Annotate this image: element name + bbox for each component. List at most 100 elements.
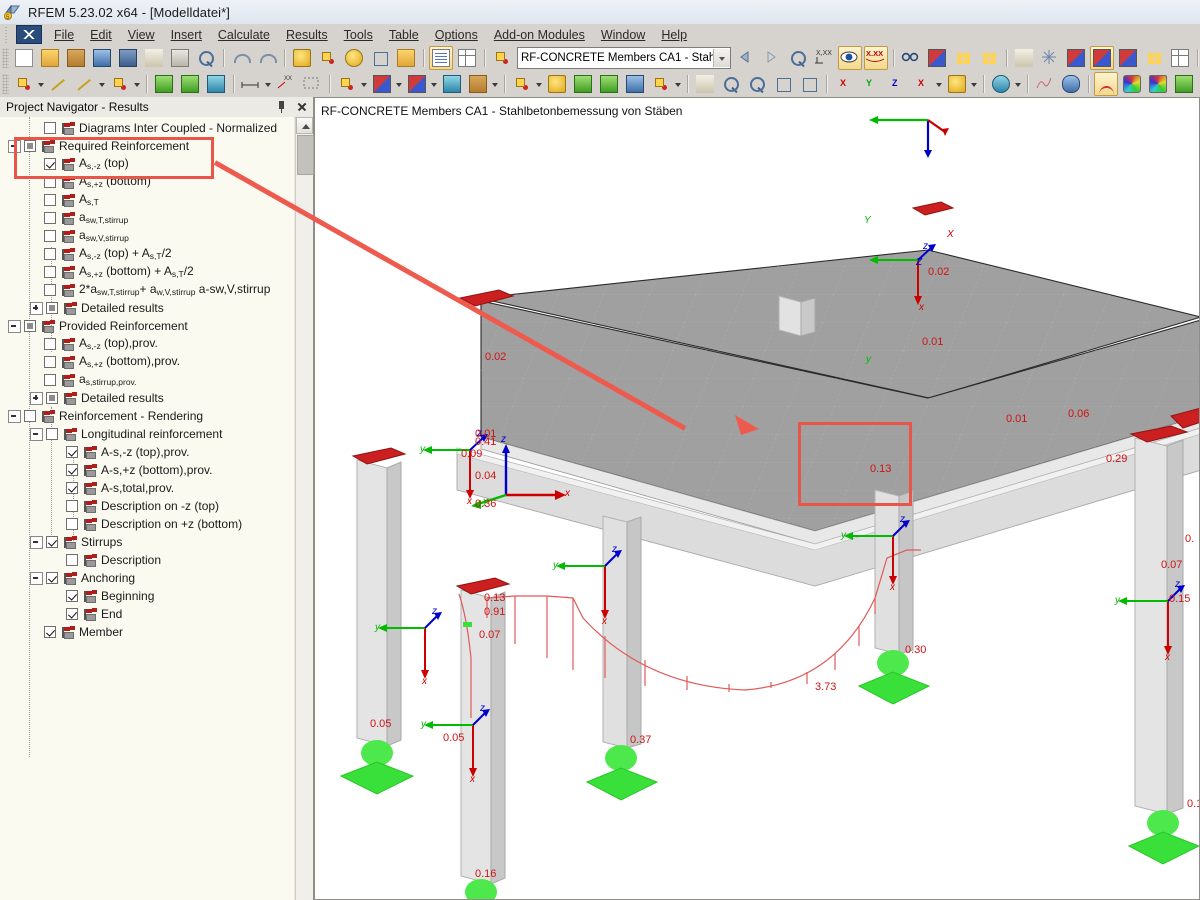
module-selector-combo[interactable]: RF-CONCRETE Members CA1 - Stahlbe (517, 47, 731, 69)
menu-item-options[interactable]: Options (427, 26, 486, 44)
snap-circle-icon[interactable] (342, 46, 366, 70)
navigator-scrollbar[interactable] (295, 117, 314, 900)
tree-checkbox[interactable] (46, 572, 58, 584)
line-support-icon[interactable] (405, 72, 429, 96)
iso-surface-icon[interactable] (1120, 72, 1144, 96)
globe-icon[interactable] (989, 72, 1013, 96)
tree-item-diagrams-inter-coupled[interactable]: Diagrams Inter Coupled - Normalized (0, 119, 294, 137)
navigator-tree[interactable]: Diagrams Inter Coupled - Normalized Requi… (0, 117, 294, 900)
view-x-icon[interactable] (832, 72, 856, 96)
print-preview-icon[interactable] (194, 46, 218, 70)
tree-item-as-z-top-plus-ast2[interactable]: As,-z (top) + As,T/2 (0, 245, 294, 263)
tree-item-stirrups-description[interactable]: Description (0, 551, 294, 569)
tree-checkbox[interactable] (44, 230, 56, 242)
tree-checkbox[interactable] (44, 626, 56, 638)
view-minus-x-icon[interactable] (910, 72, 934, 96)
printout-report-icon[interactable] (429, 46, 453, 70)
zoom-in-icon[interactable] (719, 72, 743, 96)
render-flag-icon[interactable] (925, 46, 949, 70)
globe-dropdown-icon[interactable] (1014, 73, 1023, 95)
tree-item-member[interactable]: Member (0, 623, 294, 641)
paint-dropdown-icon[interactable] (970, 73, 979, 95)
tree-checkbox[interactable] (44, 212, 56, 224)
print-icon[interactable] (168, 46, 192, 70)
new-file-icon[interactable] (12, 46, 36, 70)
collapse-icon[interactable] (8, 409, 21, 423)
show-results-icon[interactable] (838, 46, 862, 70)
menu-item-insert[interactable]: Insert (163, 26, 210, 44)
polyline-icon[interactable] (108, 72, 132, 96)
tree-checkbox[interactable] (46, 536, 58, 548)
zoom-window-icon[interactable] (771, 72, 795, 96)
tree-checkbox[interactable] (66, 518, 78, 530)
rfem-logo-icon[interactable] (16, 25, 42, 44)
nodal-support-dropdown-icon[interactable] (395, 73, 404, 95)
member-icon[interactable] (178, 72, 202, 96)
result-diagram-active-icon[interactable] (1094, 72, 1118, 96)
load-node-dropdown-icon[interactable] (535, 73, 544, 95)
deformed-model-icon[interactable] (1090, 46, 1114, 70)
surface-icon[interactable] (152, 72, 176, 96)
tree-checkbox[interactable] (44, 356, 56, 368)
menu-item-file[interactable]: File (46, 26, 82, 44)
solid-icon[interactable] (204, 72, 228, 96)
tree-checkbox[interactable] (24, 320, 36, 332)
collapse-icon[interactable] (30, 427, 43, 441)
previous-load-case-icon[interactable] (734, 46, 758, 70)
import-export-icon[interactable] (490, 46, 514, 70)
open-file-icon[interactable] (38, 46, 62, 70)
tree-checkbox[interactable] (46, 302, 58, 314)
line-support-dropdown-icon[interactable] (430, 73, 439, 95)
result-values-text-icon[interactable]: X.XX (864, 46, 888, 70)
capsule-icon[interactable] (1059, 72, 1083, 96)
menu-item-edit[interactable]: Edit (82, 26, 120, 44)
tree-item-provided-reinforcement[interactable]: Provided Reinforcement (0, 317, 294, 335)
tree-checkbox[interactable] (46, 392, 58, 404)
tree-item-reinforcement-rendering[interactable]: Reinforcement - Rendering (0, 407, 294, 425)
support-icon[interactable] (335, 72, 359, 96)
tree-item-as-z-top-prov[interactable]: As,-z (top),prov. (0, 335, 294, 353)
expand-icon[interactable] (30, 391, 43, 405)
view-y-icon[interactable] (858, 72, 882, 96)
redo-icon[interactable] (255, 46, 279, 70)
tree-checkbox[interactable] (66, 554, 78, 566)
menu-item-table[interactable]: Table (381, 26, 427, 44)
tree-item-longitudinal-reinforcement[interactable]: Longitudinal reinforcement (0, 425, 294, 443)
menu-item-tools[interactable]: Tools (336, 26, 381, 44)
tree-item-asw-v-stirrup[interactable]: asw,V,stirrup (0, 227, 294, 245)
toolbar-grip[interactable] (2, 48, 9, 68)
tree-checkbox[interactable] (66, 500, 78, 512)
view-dropdown-icon[interactable] (935, 73, 944, 95)
tree-item-detailed-results-required[interactable]: Detailed results (0, 299, 294, 317)
tree-checkbox[interactable] (66, 482, 78, 494)
handshake-icon[interactable] (1012, 46, 1036, 70)
render-dropdown-icon[interactable] (674, 73, 683, 95)
menu-item-add-on-modules[interactable]: Add-on Modules (486, 26, 593, 44)
load-free-icon[interactable] (597, 72, 621, 96)
toolbar-grip[interactable] (2, 74, 9, 94)
close-icon[interactable] (293, 98, 311, 116)
tree-item-as-z-bottom-plus-ast2[interactable]: As,+z (bottom) + As,T/2 (0, 263, 294, 281)
new-window-icon[interactable] (394, 46, 418, 70)
node-dropdown-icon[interactable] (37, 73, 46, 95)
nodal-support-icon[interactable] (370, 72, 394, 96)
glasses-icon[interactable] (899, 46, 923, 70)
result-scale-icon[interactable]: X,XX (812, 46, 836, 70)
hinge-dropdown-icon[interactable] (491, 73, 500, 95)
support-dropdown-icon[interactable] (360, 73, 369, 95)
tree-item-anchoring-beginning[interactable]: Beginning (0, 587, 294, 605)
menu-item-view[interactable]: View (120, 26, 163, 44)
paint-icon[interactable] (945, 72, 969, 96)
tree-checkbox[interactable] (44, 194, 56, 206)
solid-result-icon[interactable] (1146, 72, 1170, 96)
grid-values-icon[interactable] (1142, 46, 1166, 70)
select-icon[interactable] (368, 46, 392, 70)
tree-checkbox[interactable] (44, 338, 56, 350)
load-generate-icon[interactable] (623, 72, 647, 96)
tree-item-anchoring[interactable]: Anchoring (0, 569, 294, 587)
collapse-icon[interactable] (8, 319, 21, 333)
polyline-dropdown-icon[interactable] (133, 73, 142, 95)
tree-checkbox[interactable] (44, 374, 56, 386)
line-dropdown-icon[interactable] (98, 73, 107, 95)
collapse-icon[interactable] (30, 571, 43, 585)
